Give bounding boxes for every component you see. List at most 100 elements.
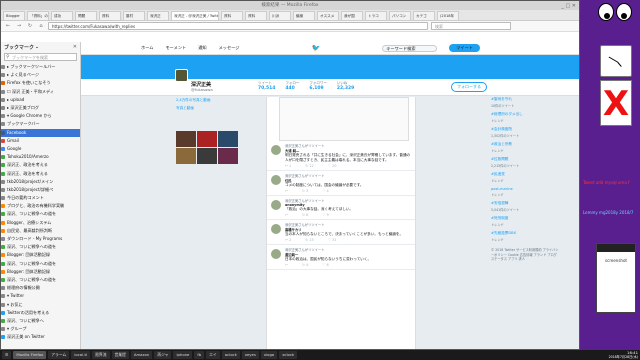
browser-tab[interactable]: 資料 xyxy=(99,10,121,20)
taskbar-item[interactable]: local-ti xyxy=(71,351,91,359)
browser-tab[interactable]: 議案 xyxy=(293,10,315,20)
reload-icon[interactable]: ↻ xyxy=(26,22,34,30)
back-icon[interactable]: ← xyxy=(4,22,12,30)
photo-thumb[interactable] xyxy=(218,148,238,164)
trend-link[interactable]: #安倍退陣 xyxy=(491,201,561,206)
tweet[interactable]: 深沢正美さんがリツイート 住民 コメの制度については、国会の議論が必要です。 ↩ ↻ 3… xyxy=(267,171,415,196)
home-icon[interactable]: ⌂ xyxy=(37,22,45,30)
sidebar-item[interactable]: 深沢正美 on Twitter xyxy=(1,333,80,341)
tweet-action[interactable]: ↻ 3 xyxy=(302,189,308,193)
tweet[interactable]: 深沢正美さんがリツイート anonymity 「政治」の大事な話。深く考えてほしい。… xyxy=(267,196,415,220)
profile-stat[interactable]: ツイート 70,514 xyxy=(258,81,275,91)
sidebar-item[interactable]: ▸ よく見るページ xyxy=(1,71,80,79)
tweet-action[interactable]: ↻ 4 xyxy=(302,263,308,267)
taskbar-item[interactable]: Mozilla Firefox xyxy=(13,351,47,359)
taskbar-item[interactable]: 再ジャ xyxy=(154,351,172,359)
avatar[interactable] xyxy=(175,69,188,82)
avatar[interactable] xyxy=(271,224,281,234)
trend-link[interactable]: #民進党 xyxy=(491,172,561,177)
browser-tab[interactable]: 問題 xyxy=(75,10,97,20)
twitter-bird-icon[interactable]: 🐦 xyxy=(311,44,320,52)
sidebar-item[interactable]: ダウンロード - My Programs xyxy=(1,235,80,243)
trend-link[interactable]: #会計検査院 xyxy=(491,127,561,132)
taskbar-item[interactable]: 限界流 xyxy=(92,351,110,359)
twitter-search-input[interactable]: キーワード検索 xyxy=(382,44,438,52)
tweet-button[interactable]: ツイート xyxy=(449,44,480,52)
photo-thumb[interactable] xyxy=(176,148,196,164)
taskbar-item[interactable]: iphone xyxy=(173,351,193,359)
sidebar-item[interactable]: 深沢、ついに戦争への道を xyxy=(1,243,80,251)
nav-notifications[interactable]: 通知 xyxy=(198,45,206,51)
bookmark-search-input[interactable]: ⚲ ブックマークを検索 xyxy=(4,53,77,61)
url-bar[interactable]: https://twitter.com/Fukasawa/with_replie… xyxy=(48,22,428,30)
sidebar-item[interactable]: ▸ 深沢正美ブログ xyxy=(1,104,80,112)
sidebar-item[interactable]: ▸ ブックマークツールバー xyxy=(1,63,80,71)
sidebar-item[interactable]: Twitterの活用を考える xyxy=(1,309,80,317)
tweet[interactable]: 深沢正美さんがリツイート 渡辺純一 日本の政治は、国民が知らないうちに変わっていく。… xyxy=(267,245,415,270)
sidebar-item[interactable]: tkb2018/project/詳細ペ xyxy=(1,186,80,194)
trend-link[interactable]: #政治と宗教 xyxy=(491,142,561,147)
sidebar-item[interactable]: 総理府の情報公開 xyxy=(1,284,80,292)
trend-link[interactable]: #先極投票DBX xyxy=(491,231,561,236)
screenshot-window[interactable]: screenshot xyxy=(596,243,636,313)
trend-link[interactable]: #総理府のダメ出し xyxy=(491,112,561,117)
avatar[interactable] xyxy=(271,200,281,210)
tweet-action[interactable]: ♡ 9 xyxy=(322,213,328,217)
taskbar-item[interactable]: xclock xyxy=(279,351,298,359)
browser-tab[interactable]: カテゴ xyxy=(413,10,435,20)
tweet-action[interactable]: ↩ xyxy=(285,189,288,193)
browser-tab[interactable]: 「資料」の xyxy=(27,10,49,20)
browser-tab[interactable]: 資料 xyxy=(245,10,267,20)
sidebar-item[interactable]: ☐ 深沢 正美・平和メディ xyxy=(1,88,80,96)
photos-link[interactable]: 写真と動画 xyxy=(176,106,242,111)
sidebar-item[interactable]: 深沢、ついに戦争への道を xyxy=(1,260,80,268)
browser-tab[interactable]: 我が国 xyxy=(341,10,363,20)
browser-tab[interactable]: トラコ xyxy=(365,10,387,20)
photo-thumb[interactable] xyxy=(176,131,196,147)
media-link[interactable]: 2,4万件の写真と動画 xyxy=(176,98,242,103)
sidebar-item[interactable]: Blogger: 団体活動記録 xyxy=(1,268,80,276)
browser-tab[interactable]: 深沢正 xyxy=(147,10,169,20)
tweet-media[interactable] xyxy=(279,97,409,141)
taskbar-item[interactable]: 営業提 xyxy=(111,351,129,359)
sidebar-item[interactable]: ブックマークバー xyxy=(1,120,80,128)
follow-button[interactable]: フォローする xyxy=(451,82,487,92)
avatar[interactable] xyxy=(271,249,281,259)
sidebar-item[interactable]: 深沢正、政治を考える xyxy=(1,161,80,169)
taskbar-item[interactable]: アラーム xyxy=(48,351,70,359)
browser-tab[interactable]: 資料 xyxy=(221,10,243,20)
tweet-action[interactable]: ♡ 4 xyxy=(322,189,328,193)
tweet-action[interactable]: ↻ 15 xyxy=(305,238,314,242)
trend-link[interactable]: #聖地を守れ xyxy=(491,97,561,102)
browser-tab[interactable]: オススメ xyxy=(317,10,339,20)
tweet-action[interactable]: ↩ xyxy=(285,263,288,267)
sidebar-item[interactable]: 今日の要約コメント xyxy=(1,194,80,202)
sidebar-item[interactable]: ▸ upload xyxy=(1,96,80,104)
photo-thumb[interactable] xyxy=(197,148,217,164)
browser-tab[interactable]: 深沢正 - @深沢正美 / Twitter xyxy=(171,10,219,20)
tweet-action[interactable]: ↩ 1 xyxy=(285,164,291,168)
browser-tab[interactable]: (2018年 xyxy=(437,10,459,20)
tweet-action[interactable]: ↻ 8 xyxy=(302,213,308,217)
photo-thumb[interactable] xyxy=(197,131,217,147)
profile-stat[interactable]: いいね 22,329 xyxy=(337,81,354,91)
sidebar-item[interactable]: ブログと、政治の有機科学実験 xyxy=(1,202,80,210)
photo-thumb[interactable] xyxy=(218,131,238,147)
sidebar-item[interactable]: Firefox を使いこなそう xyxy=(1,79,80,87)
sidebar-item[interactable]: ▾ Google Chrome から xyxy=(1,112,80,120)
taskbar-clock[interactable]: 16:41 2018年7月28日(水) xyxy=(609,350,638,360)
tweet[interactable]: 深沢正美さんがリツイート 高橋サカリ 当の本人が知らないところで、決まっていくことが… xyxy=(267,220,415,245)
close-icon[interactable]: ✕ xyxy=(73,44,77,50)
taskbar-item[interactable]: ☰ xyxy=(2,351,12,359)
sidebar-item[interactable]: 深沢、ついに戦争へ xyxy=(1,317,80,325)
avatar[interactable] xyxy=(271,145,281,155)
tweet-action[interactable]: ♡ 31 xyxy=(328,238,337,242)
browser-tab[interactable]: パソコン xyxy=(389,10,411,20)
browser-tab[interactable]: 成功 xyxy=(51,10,73,20)
search-input[interactable]: 検索 xyxy=(431,22,511,30)
sidebar-item[interactable]: 深沢、ついに戦争への道を xyxy=(1,276,80,284)
tweet-action[interactable]: ↻ 12 xyxy=(305,164,314,168)
taskbar-item[interactable]: Amazon xyxy=(130,351,153,359)
browser-tab[interactable]: Blogger xyxy=(3,10,25,20)
sidebar-item[interactable]: ▾ グループ xyxy=(1,325,80,333)
